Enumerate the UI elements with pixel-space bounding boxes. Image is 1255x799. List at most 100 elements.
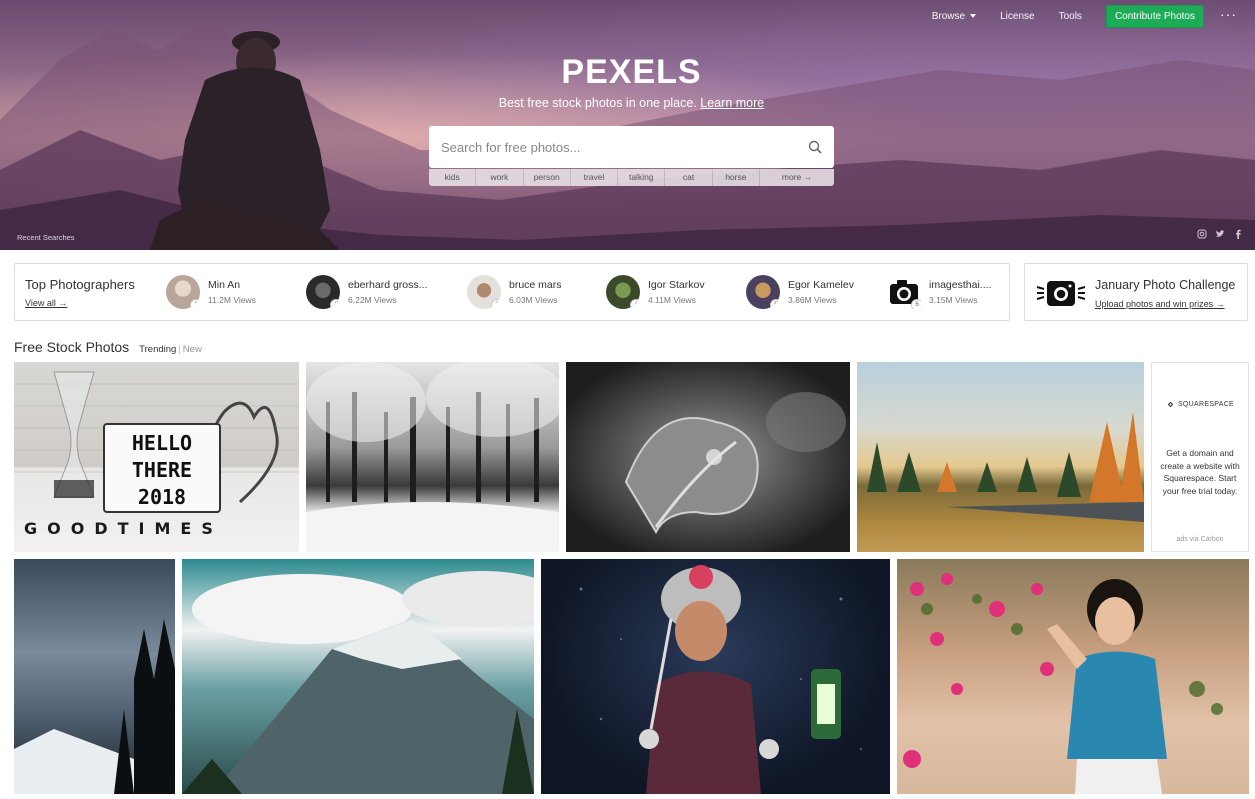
instagram-icon[interactable] <box>1197 229 1207 239</box>
squarespace-brand: SQUARESPACE <box>1177 401 1235 408</box>
camera-challenge-icon <box>1036 281 1086 306</box>
challenge-upload-link[interactable]: Upload photos and win prizes → <box>1095 299 1225 309</box>
chevron-down-icon <box>970 14 977 18</box>
snowy-forest-image <box>306 362 559 552</box>
facebook-icon[interactable] <box>1233 229 1243 239</box>
photographer-item[interactable]: 2 eberhard gross... 6.22M Views <box>306 274 427 310</box>
sort-filter: Trending | New <box>139 344 202 355</box>
avatar: 1 <box>166 275 200 309</box>
nav-license[interactable]: License <box>1000 11 1034 22</box>
ad-text: Get a domain and create a website with S… <box>1160 448 1240 496</box>
hero-banner: Browse License Tools Contribute Photos ·… <box>0 0 1255 250</box>
photo-dark-mountain[interactable] <box>14 559 175 794</box>
tag-kids[interactable]: kids <box>429 169 477 186</box>
photo-frosted-leaf[interactable] <box>566 362 850 552</box>
photographer-item[interactable]: 3 bruce mars 6.03M Views <box>467 274 562 310</box>
pexels-logo[interactable]: PEXELS <box>0 53 1255 92</box>
photo-snow-peak[interactable] <box>182 559 534 794</box>
recent-searches[interactable]: Recent Searches <box>17 233 75 242</box>
photo-challenge-panel: January Photo Challenge Upload photos an… <box>1024 263 1248 321</box>
hero-tagline: Best free stock photos in one place. Lea… <box>0 96 1255 110</box>
photographer-views: 3.86M Views <box>788 295 837 305</box>
hello-line: HELLO <box>132 431 192 455</box>
contribute-photos-button[interactable]: Contribute Photos <box>1105 4 1204 28</box>
photo-hello-there[interactable]: HELLO THERE 2018 GOODTIMES <box>14 362 299 552</box>
top-navigation: Browse License Tools Contribute Photos ·… <box>932 4 1255 28</box>
filter-separator: | <box>178 344 181 355</box>
rank-badge: 2 <box>330 299 340 309</box>
photographer-views: 3.15M Views <box>929 295 978 305</box>
tag-cat[interactable]: cat <box>665 169 713 186</box>
year-line: 2018 <box>138 485 186 509</box>
tag-work[interactable]: work <box>476 169 524 186</box>
photographer-name: Igor Starkov <box>648 279 705 291</box>
tag-horse[interactable]: horse <box>713 169 760 186</box>
photos-section-header: Free Stock Photos Trending | New <box>14 339 202 355</box>
photo-autumn-road[interactable] <box>857 362 1144 552</box>
boy-flowers-image <box>903 573 1223 794</box>
tagline-text: Best free stock photos in one place. <box>498 96 697 110</box>
top-photographers-panel: Top Photographers View all → 1 Min An 11… <box>14 263 1010 321</box>
nav-browse[interactable]: Browse <box>931 10 977 22</box>
search-box <box>429 126 834 168</box>
hello-there-image: HELLO THERE 2018 GOODTIMES <box>14 371 299 538</box>
rank-badge: 4 <box>630 299 640 309</box>
rank-badge: 1 <box>190 299 200 309</box>
frosted-leaf-image <box>624 392 846 535</box>
tag-person[interactable]: person <box>524 169 571 186</box>
rank-badge: 3 <box>491 299 501 309</box>
avatar: 6 <box>887 275 921 309</box>
avatar: 2 <box>306 275 340 309</box>
search-tags: kids work person travel talking cat hors… <box>429 169 834 186</box>
autumn-road-image <box>867 412 1144 522</box>
photographer-name: Egor Kamelev <box>788 279 854 291</box>
search-icon[interactable] <box>808 140 822 154</box>
carbon-ad[interactable]: SQUARESPACE Get a domain and create a we… <box>1151 362 1249 552</box>
avatar: 4 <box>606 275 640 309</box>
girl-lantern-image <box>579 565 862 794</box>
rank-badge: 5 <box>770 299 780 309</box>
nav-tools[interactable]: Tools <box>1059 11 1082 22</box>
photographer-item[interactable]: 1 Min An 11.2M Views <box>166 274 256 310</box>
photographer-views: 6.03M Views <box>509 295 558 305</box>
photo-girl-lantern[interactable] <box>541 559 890 794</box>
photographer-views: 11.2M Views <box>208 295 256 305</box>
photo-snowy-forest[interactable] <box>306 362 559 552</box>
squarespace-logo: SQUARESPACE <box>1152 400 1248 409</box>
rank-badge: 6 <box>911 299 921 309</box>
photographer-name: eberhard gross... <box>348 279 428 291</box>
dark-mountain-image <box>14 619 175 794</box>
more-options-icon[interactable]: ··· <box>1220 6 1237 22</box>
tag-travel[interactable]: travel <box>571 169 619 186</box>
photographer-name: imagesthai.... <box>929 279 992 291</box>
view-all-link[interactable]: View all → <box>25 298 67 308</box>
tag-talking[interactable]: talking <box>618 169 666 186</box>
photographer-item[interactable]: 6 imagesthai.... 3.15M Views <box>887 274 991 310</box>
photographer-views: 6.22M Views <box>348 295 397 305</box>
search-input[interactable] <box>441 139 808 155</box>
good-times-text: GOODTIMES <box>24 519 223 538</box>
new-filter[interactable]: New <box>183 344 202 355</box>
avatar: 3 <box>467 275 501 309</box>
tag-more[interactable]: more → <box>760 169 834 186</box>
photographer-item[interactable]: 4 Igor Starkov 4.11M Views <box>606 274 705 310</box>
photographer-item[interactable]: 5 Egor Kamelev 3.86M Views <box>746 274 854 310</box>
photographer-name: Min An <box>208 279 241 291</box>
trending-filter[interactable]: Trending <box>139 344 176 355</box>
hero-background-image <box>0 20 1255 250</box>
snow-peak-image <box>182 571 534 794</box>
learn-more-link[interactable]: Learn more <box>700 96 764 110</box>
top-photographers-title: Top Photographers <box>25 277 135 292</box>
photo-boy-flowers[interactable] <box>897 559 1249 794</box>
there-line: THERE <box>132 458 192 482</box>
avatar: 5 <box>746 275 780 309</box>
photographer-name: bruce mars <box>509 279 562 291</box>
challenge-title: January Photo Challenge <box>1095 278 1236 292</box>
social-links <box>1197 229 1243 239</box>
ads-via-carbon[interactable]: ads via Carbon <box>1152 536 1248 543</box>
section-title: Free Stock Photos <box>14 339 130 355</box>
photographer-views: 4.11M Views <box>648 295 696 305</box>
squarespace-icon <box>1167 401 1174 408</box>
twitter-icon[interactable] <box>1215 229 1225 239</box>
nav-browse-label: Browse <box>931 10 966 22</box>
